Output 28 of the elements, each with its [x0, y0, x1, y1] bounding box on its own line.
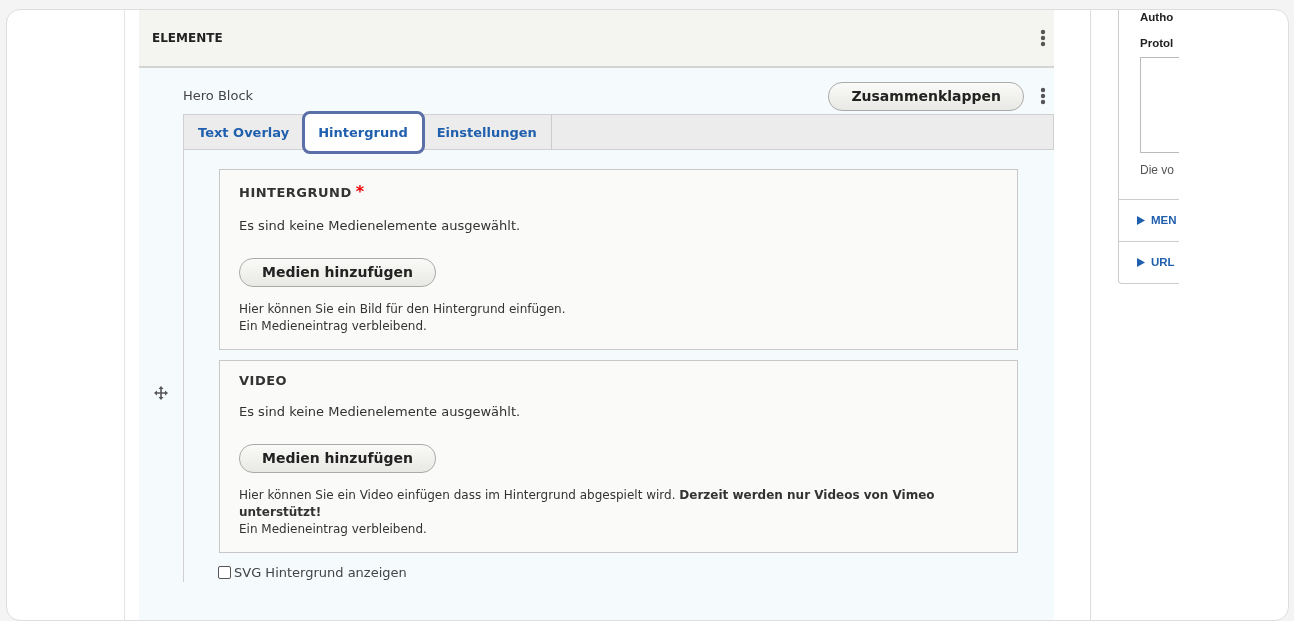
field-description: Hier können Sie ein Bild für den Hintergrund einfügen. [239, 300, 567, 318]
remaining-note: Ein Medieneintrag verbleibend. [239, 317, 428, 335]
kebab-menu-icon[interactable] [1040, 29, 1046, 47]
add-media-button[interactable]: Medien hinzufügen [239, 443, 436, 473]
checkbox[interactable] [218, 565, 231, 579]
details-summary[interactable]: MEN [1151, 211, 1177, 229]
tab[interactable]: Hintergrund [304, 113, 423, 152]
drag-handle-icon[interactable] [154, 386, 168, 400]
empty-message: Es sind keine Medienelemente ausgewählt. [239, 403, 522, 421]
field-hint: Die vo [1140, 161, 1175, 179]
kebab-menu-icon[interactable] [1040, 87, 1046, 105]
checkbox-label: SVG Hintergrund anzeigen [234, 563, 407, 582]
field-title: VIDEO [239, 372, 288, 388]
remaining-note: Ein Medieneintrag verbleibend. [239, 520, 428, 538]
required-marker: * [355, 182, 365, 201]
empty-message: Es sind keine Medienelemente ausgewählt. [239, 217, 522, 235]
details-summary[interactable]: URL [1151, 253, 1175, 271]
disclosure-triangle-icon[interactable] [1137, 215, 1145, 225]
paragraph-label: Hero Block [183, 87, 254, 106]
field-title: HINTERGRUND [239, 185, 352, 200]
field-description: Hier können Sie ein Video einfügen dass im Hintergrund abgespielt wird. Derzeit werden nur Videos von Vimeo unterstützt! [239, 486, 936, 521]
add-media-button[interactable]: Medien hinzufügen [239, 257, 436, 287]
sidebar-heading: Autho [1140, 10, 1175, 25]
field-label: Protol [1140, 36, 1175, 52]
section-title: ELEMENTE [152, 30, 223, 47]
collapse-button[interactable]: Zusammenklappen [828, 81, 1024, 111]
disclosure-triangle-icon[interactable] [1137, 257, 1145, 267]
tab[interactable]: Einstellungen [422, 115, 552, 150]
